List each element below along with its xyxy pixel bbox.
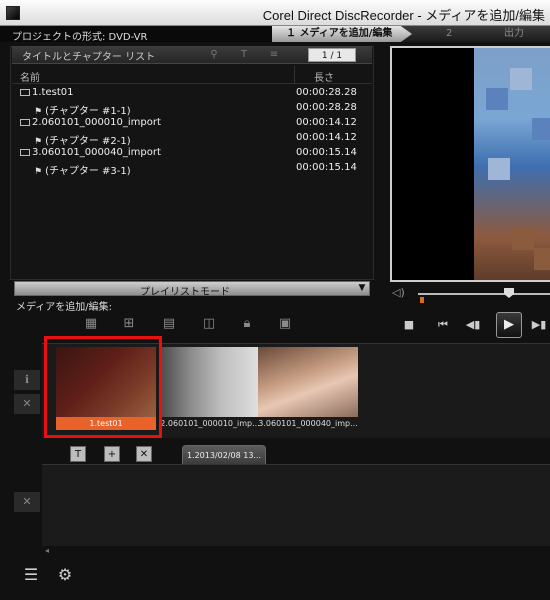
scroll-left-icon[interactable]: ◂ (45, 546, 53, 556)
film-icon (20, 88, 30, 96)
preview-pixel-block (488, 158, 510, 180)
column-name[interactable]: 名前 (20, 69, 40, 84)
delete-chapter-icon[interactable]: ✕ (14, 492, 40, 512)
row-name: 1.test01 (20, 87, 73, 98)
row-name: 3.060101_000040_import (20, 147, 161, 158)
window-title: Corel Direct DiscRecorder - メディアを追加/編集 (262, 8, 545, 23)
list-header: タイトルとチャプター リスト ⚲ T ≡ 1 / 1 (12, 46, 372, 64)
list-row-title-3[interactable]: 3.060101_000040_import 00:00:15.14 (12, 146, 372, 161)
clip-caption: 2.060101_000010_imp... (160, 419, 260, 428)
playlist-mode-label: プレイリストモード (140, 287, 230, 298)
film-icon (20, 148, 30, 156)
row-name: 2.060101_000010_import (20, 117, 161, 128)
list-view-icon[interactable]: ☰ (18, 564, 44, 586)
row-duration: 00:00:14.12 (296, 117, 357, 128)
chevron-down-icon: ▼ (358, 283, 366, 293)
preview-pixel-block (532, 118, 550, 140)
split-icon[interactable]: ◫ (198, 314, 220, 334)
step-back-icon[interactable]: ◀▮ (464, 316, 482, 334)
go-to-start-icon[interactable]: ⏮ (434, 316, 452, 334)
lock-icon[interactable]: 🔒︎ (236, 314, 258, 334)
playlist-mode-dropdown[interactable]: プレイリストモード ▼ (14, 281, 370, 298)
row-name: ⚑ (チャプター #2-1) (34, 132, 131, 147)
timeline-clip-2[interactable]: 2.060101_000010_imp... (160, 347, 260, 432)
page-indicator[interactable]: 1 / 1 (308, 48, 356, 62)
video-preview (390, 46, 550, 282)
column-header: 名前 長さ (12, 66, 372, 84)
project-format-label: プロジェクトの形式: DVD-VR (12, 32, 148, 43)
clip-thumbnail (258, 347, 358, 417)
column-length[interactable]: 長さ (314, 69, 334, 84)
step-forward-icon[interactable]: ▶▮ (530, 316, 548, 334)
search-icon[interactable]: ⚲ (208, 49, 220, 61)
row-duration: 00:00:28.28 (296, 102, 357, 113)
remove-clip-icon[interactable]: ▤ (158, 314, 180, 334)
in-marker (420, 297, 424, 303)
preview-pixel-block (510, 68, 532, 90)
bottom-toolbar: ☰ ⚙ (18, 564, 88, 588)
add-chapter-icon[interactable]: + (104, 446, 120, 462)
list-title: タイトルとチャプター リスト (22, 52, 156, 63)
remove-chapter-icon[interactable]: ✕ (136, 446, 152, 462)
preview-pixel-block (534, 248, 550, 270)
transport-controls: ■ ⏮ ◀▮ ▶ ▶▮ (398, 312, 550, 340)
row-name-text: (チャプター #3-1) (45, 166, 131, 177)
row-duration: 00:00:28.28 (296, 87, 357, 98)
row-duration: 00:00:14.12 (296, 132, 357, 143)
list-row-title-1[interactable]: 1.test01 00:00:28.28 (12, 86, 372, 101)
step-add-edit-media[interactable]: １ メディアを追加/編集 (272, 26, 412, 42)
add-edit-media-label: メディアを追加/編集: (16, 302, 113, 313)
info-icon[interactable]: ℹ (14, 370, 40, 390)
tab-disc-title[interactable]: 1.2013/02/08 13... (182, 445, 266, 465)
clip-action-buttons: T + ✕ (70, 446, 160, 464)
workflow-steps: １ メディアを追加/編集 2 出力 (272, 26, 550, 42)
seek-bar[interactable]: ◁) (390, 286, 550, 303)
menu-icon[interactable]: ≡ (268, 49, 280, 61)
add-clip-icon[interactable]: ⊞ (118, 314, 140, 334)
seek-track[interactable] (418, 293, 550, 295)
timeline-clip-3[interactable]: 3.060101_000040_imp... (258, 347, 358, 432)
list-row-chapter-1[interactable]: ⚑ (チャプター #1-1) 00:00:28.28 (12, 101, 372, 117)
list-row-chapter-2[interactable]: ⚑ (チャプター #2-1) 00:00:14.12 (12, 131, 372, 147)
text-icon[interactable]: T (238, 49, 250, 61)
settings-gear-icon[interactable]: ⚙ (52, 564, 78, 586)
chapter-flag-icon: ⚑ (34, 167, 43, 177)
column-divider (294, 66, 295, 84)
preview-pixel-block (512, 228, 534, 250)
chapter-area[interactable] (42, 464, 550, 546)
delete-clip-icon[interactable]: ✕ (14, 394, 40, 414)
list-row-title-2[interactable]: 2.060101_000010_import 00:00:14.12 (12, 116, 372, 131)
row-duration: 00:00:15.14 (296, 147, 357, 158)
row-name: ⚑ (チャプター #3-1) (34, 162, 131, 177)
clip-thumbnail (160, 347, 260, 417)
row-name-text: 1.test01 (32, 87, 74, 98)
row-name: ⚑ (チャプター #1-1) (34, 102, 131, 117)
chapter-icon[interactable]: ▣ (274, 314, 296, 334)
step-output[interactable]: 出力 (484, 26, 544, 42)
seek-thumb[interactable] (504, 288, 514, 298)
stop-icon[interactable]: ■ (400, 316, 418, 334)
title-bar: Corel Direct DiscRecorder - メディアを追加/編集 (0, 0, 550, 26)
import-media-icon[interactable]: ▦ (80, 314, 102, 334)
preview-pixel-block (486, 88, 508, 110)
clip-caption: 3.060101_000040_imp... (258, 419, 358, 428)
row-duration: 00:00:15.14 (296, 162, 357, 173)
title-text-icon[interactable]: T (70, 446, 86, 462)
play-button[interactable]: ▶ (496, 312, 522, 338)
step-2[interactable]: 2 (422, 26, 482, 42)
app-icon (6, 6, 20, 20)
row-name-text: 3.060101_000040_import (32, 147, 161, 158)
speaker-icon[interactable]: ◁) (392, 286, 408, 300)
film-icon (20, 118, 30, 126)
list-row-chapter-3[interactable]: ⚑ (チャプター #3-1) 00:00:15.14 (12, 161, 372, 177)
row-name-text: 2.060101_000010_import (32, 117, 161, 128)
selection-highlight (44, 336, 162, 438)
horizontal-scrollbar[interactable] (42, 546, 550, 556)
app-window: Corel Direct DiscRecorder - メディアを追加/編集 プ… (0, 0, 550, 600)
